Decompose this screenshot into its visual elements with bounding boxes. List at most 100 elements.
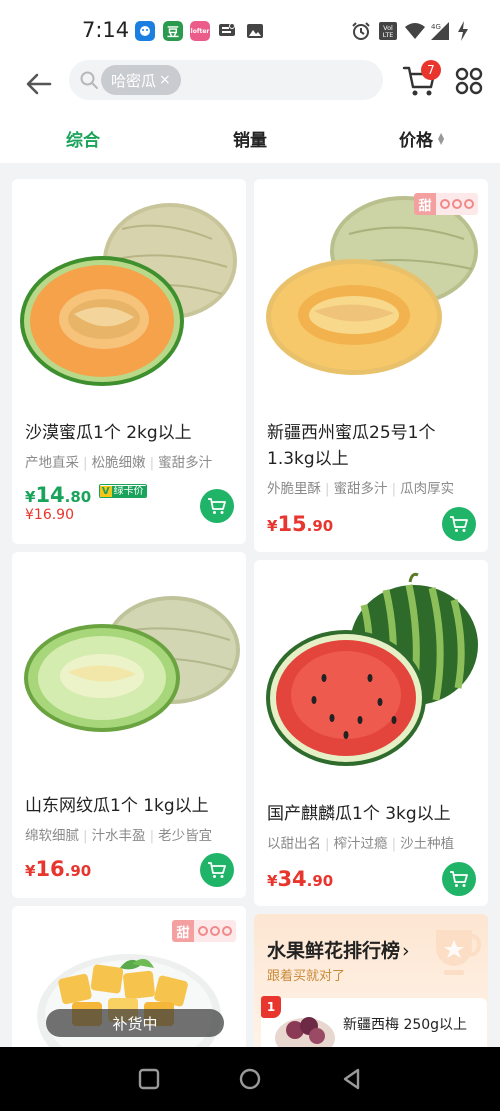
- search-header: 哈密瓜 × 7: [0, 60, 500, 112]
- price-symbol: ¥: [25, 862, 36, 880]
- wifi-icon: [403, 20, 427, 42]
- product-tag: 蜜甜多汁: [333, 481, 388, 497]
- sort-tabs: 综合 销量 价格 ▲ ▼: [0, 112, 500, 163]
- ranking-title-text: 水果鲜花排行榜: [267, 940, 401, 962]
- tab-price[interactable]: 价格 ▲ ▼: [399, 126, 444, 151]
- clear-keyword-icon[interactable]: ×: [159, 72, 171, 88]
- add-to-cart-button[interactable]: [442, 862, 476, 896]
- product-tags: 产地直采 | 松脆细嫩 | 蜜甜多汁: [25, 455, 213, 471]
- douban-app-icon: 豆: [163, 21, 183, 41]
- add-to-cart-button[interactable]: [200, 489, 234, 523]
- chevron-right-icon: ›: [402, 940, 410, 962]
- back-nav-icon[interactable]: [340, 1067, 364, 1091]
- price-integer: 14: [35, 483, 65, 507]
- restocking-status: 补货中: [46, 1009, 224, 1037]
- sweetness-badge: 甜: [414, 193, 478, 215]
- douban-glyph: 豆: [166, 24, 179, 39]
- member-badge-v: V: [99, 486, 112, 497]
- ranking-card[interactable]: 水果鲜花排行榜 › 跟着买就对了 1 新疆西梅 250g以上: [254, 914, 488, 1064]
- price-decimal: .90: [306, 872, 334, 890]
- price-integer: 34: [277, 867, 307, 891]
- add-to-cart-button[interactable]: [442, 507, 476, 541]
- gallery-app-icon: [245, 21, 265, 41]
- product-tags: 以甜出名 | 榨汁过瘾 | 沙土种植: [267, 836, 455, 852]
- grid-icon: [455, 67, 483, 95]
- product-image-xizhou-melon: [254, 179, 488, 424]
- cart-icon: [450, 871, 468, 887]
- sweet-label: 甜: [172, 920, 194, 942]
- product-card[interactable]: 沙漠蜜瓜1个 2kg以上 产地直采 | 松脆细嫩 | 蜜甜多汁 ¥14.80 V 绿卡价 …: [12, 179, 246, 544]
- cart-icon: [208, 498, 226, 514]
- status-bar: 7:14 豆 lofter Vol LTE 4G: [0, 0, 500, 60]
- product-card[interactable]: 国产麒麟瓜1个 3kg以上 以甜出名 | 榨汁过瘾 | 沙土种植 ¥34.90: [254, 560, 488, 906]
- price-decimal: .90: [306, 517, 334, 535]
- price-integer: 16: [35, 857, 65, 881]
- member-badge-text: 绿卡价: [111, 486, 146, 497]
- ranking-title: 水果鲜花排行榜 ›: [267, 936, 410, 963]
- product-tag: 老少皆宜: [158, 828, 213, 844]
- alarm-icon: [350, 20, 372, 42]
- search-icon: [80, 71, 98, 89]
- product-tag: 外脆里酥: [267, 481, 321, 497]
- product-card[interactable]: 甜 补货中: [12, 906, 246, 1066]
- recent-apps-icon[interactable]: [137, 1067, 161, 1091]
- product-tag: 榨汁过瘾: [333, 836, 388, 852]
- product-tag: 产地直采: [25, 455, 79, 471]
- product-image-qilin-watermelon: [254, 560, 488, 805]
- product-title: 国产麒麟瓜1个 3kg以上: [267, 804, 451, 824]
- 4g-signal-icon: 4G: [429, 20, 451, 42]
- price-decimal: .80: [64, 488, 92, 506]
- price-symbol: ¥: [25, 488, 36, 506]
- tab-sales[interactable]: 销量: [233, 126, 267, 151]
- original-price: ¥16.90: [25, 507, 74, 523]
- product-tag: 汁水丰盈: [91, 828, 146, 844]
- product-title: 新疆西州蜜瓜25号1个 1.3kg以上: [267, 423, 436, 469]
- product-price: ¥16.90: [25, 857, 91, 881]
- cart-icon: [208, 862, 226, 878]
- product-image-desert-melon: [12, 179, 246, 424]
- product-tag: 绵软细腻: [25, 828, 79, 844]
- product-title: 沙漠蜜瓜1个 2kg以上: [25, 423, 192, 443]
- cart-icon: [450, 516, 468, 532]
- product-tag: 沙土种植: [400, 836, 455, 852]
- product-image-netted-melon: [12, 552, 246, 797]
- product-card[interactable]: 山东网纹瓜1个 1kg以上 绵软细腻 | 汁水丰盈 | 老少皆宜 ¥16.90: [12, 552, 246, 898]
- category-grid-button[interactable]: [455, 67, 483, 95]
- product-price: ¥15.90: [267, 512, 333, 536]
- sweet-label: 甜: [414, 193, 436, 215]
- sweetness-badge: 甜: [172, 920, 236, 942]
- ranking-subtitle: 跟着买就对了: [267, 969, 346, 984]
- lofter-glyph: lofter: [190, 27, 210, 35]
- product-tag: 松脆细嫩: [91, 455, 146, 471]
- trophy-cup-icon: [436, 930, 482, 975]
- lofter-app-icon: lofter: [190, 21, 210, 41]
- cart-count-badge: 7: [421, 60, 441, 80]
- product-tags: 外脆里酥 | 蜜甜多汁 | 瓜肉厚实: [267, 481, 455, 497]
- product-tag: 以甜出名: [267, 836, 321, 852]
- home-icon[interactable]: [238, 1067, 262, 1091]
- product-tag: 蜜甜多汁: [158, 455, 213, 471]
- network-label: 4G: [431, 23, 441, 31]
- member-price: ¥14.80 V 绿卡价: [25, 483, 147, 507]
- system-nav-bar: [0, 1047, 500, 1111]
- svg-text:LTE: LTE: [383, 31, 394, 39]
- product-price: ¥34.90: [267, 867, 333, 891]
- search-keyword-chip[interactable]: 哈密瓜 ×: [101, 65, 181, 95]
- search-keyword: 哈密瓜: [111, 71, 157, 90]
- price-integer: 15: [277, 512, 307, 536]
- status-time: 7:14: [82, 18, 130, 42]
- price-symbol: ¥: [267, 872, 278, 890]
- price-decimal: .90: [64, 862, 92, 880]
- product-card[interactable]: 甜 新疆西州蜜瓜25号1个 1.3kg以上 外脆里酥 | 蜜甜多汁 | 瓜肉厚实 ¥15…: [254, 179, 488, 552]
- back-button[interactable]: [22, 66, 56, 102]
- product-title: 山东网纹瓜1个 1kg以上: [25, 796, 209, 816]
- tab-price-label: 价格: [399, 131, 433, 151]
- add-to-cart-button[interactable]: [200, 853, 234, 887]
- product-tag: 瓜肉厚实: [400, 481, 455, 497]
- tab-comprehensive[interactable]: 综合: [66, 126, 100, 151]
- product-tags: 绵软细腻 | 汁水丰盈 | 老少皆宜: [25, 828, 213, 844]
- search-input[interactable]: 哈密瓜 ×: [69, 60, 383, 100]
- sort-arrows-icon: ▲ ▼: [438, 131, 445, 146]
- volte-icon: Vol LTE: [377, 20, 399, 42]
- message-app-icon: [217, 21, 237, 41]
